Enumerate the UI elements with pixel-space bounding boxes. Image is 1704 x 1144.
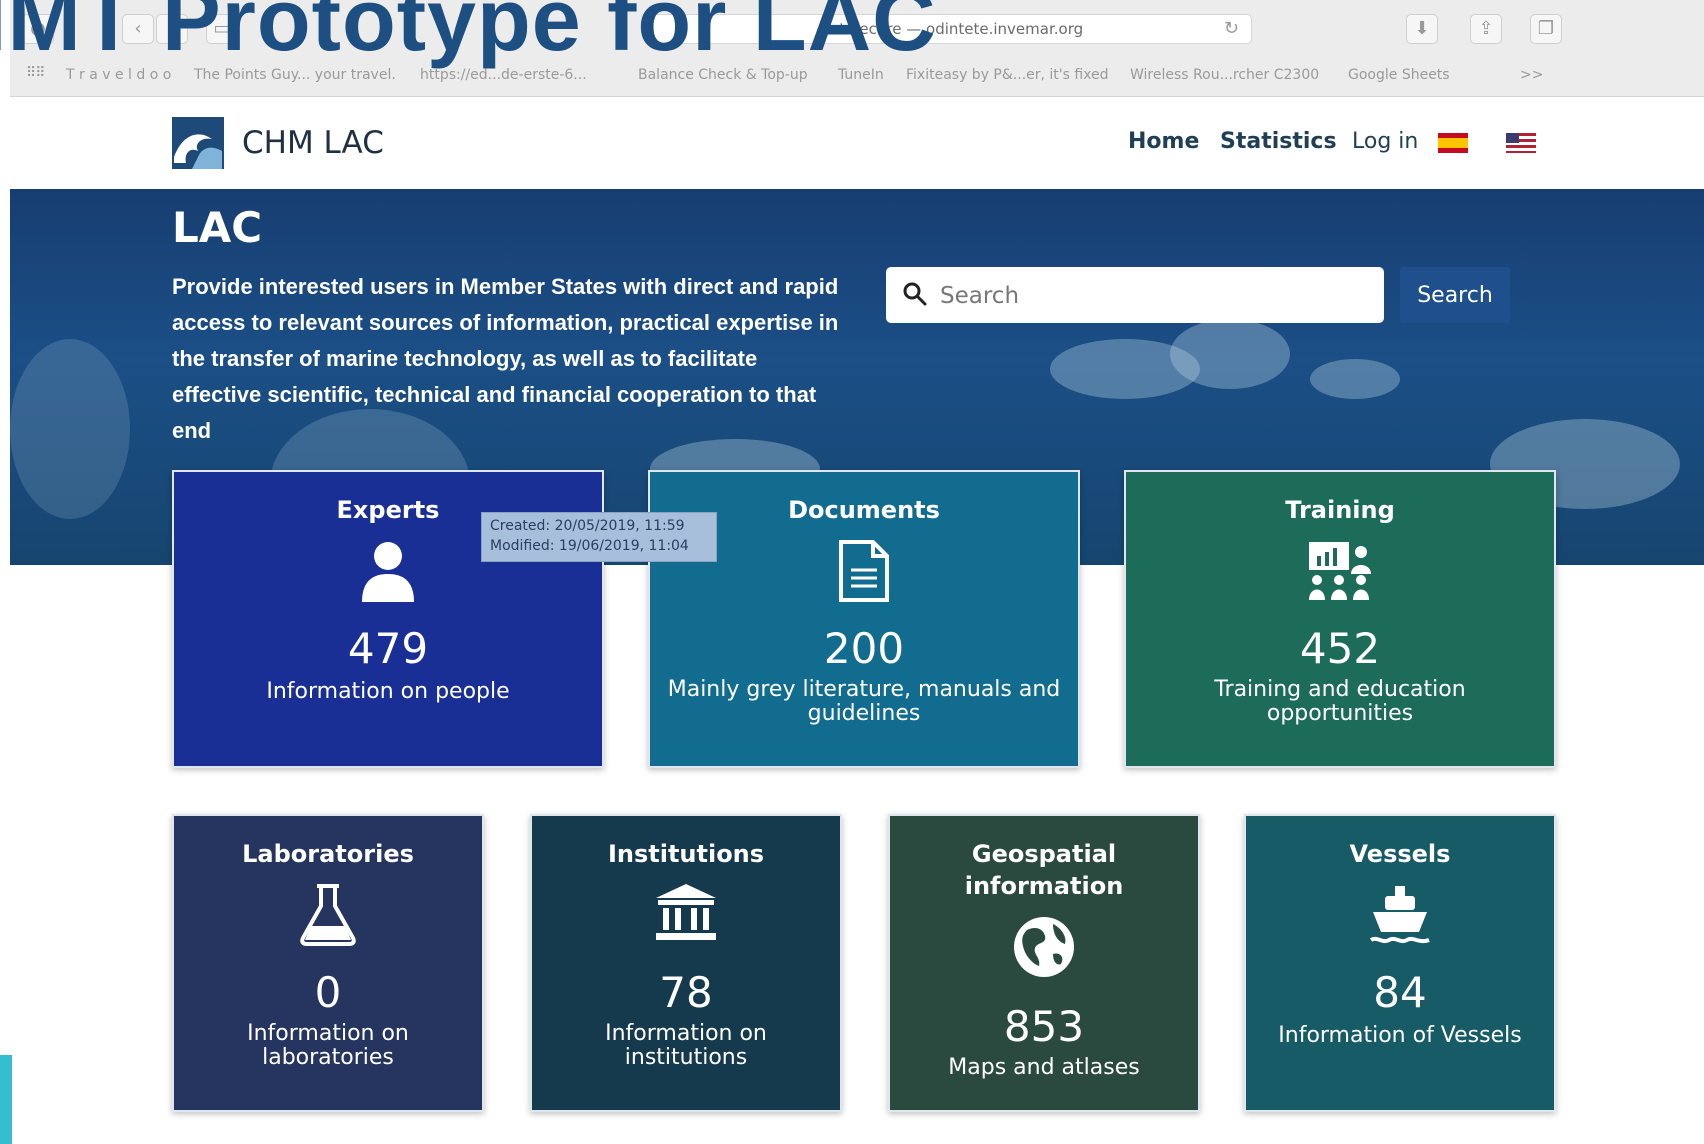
card-title: Training <box>1285 496 1395 524</box>
slide-accent-bar <box>0 1055 12 1144</box>
card-count: 0 <box>314 968 342 1017</box>
tooltip-created: Created: 20/05/2019, 11:59 <box>490 518 685 534</box>
card-geospatial[interactable]: Geospatial information 853 Maps and atla… <box>888 814 1200 1112</box>
site-header: CHM LAC Home Statistics Log in <box>10 97 1704 189</box>
card-count: 452 <box>1299 624 1381 673</box>
card-count: 200 <box>823 624 905 673</box>
card-title: Institutions <box>607 840 765 868</box>
slide-title: IMT Prototype for LAC <box>0 0 937 69</box>
download-icon[interactable]: ⬇ <box>1406 14 1438 44</box>
bookmark-item[interactable]: Wireless Rou...rcher C2300 <box>1130 67 1319 83</box>
wave-logo-icon[interactable] <box>172 117 224 169</box>
card-description: Information of Vessels <box>1278 1023 1522 1048</box>
tooltip-modified: Modified: 19/06/2019, 11:04 <box>490 538 689 554</box>
institution-icon <box>656 884 716 940</box>
search-icon <box>903 282 927 306</box>
card-count: 84 <box>1373 968 1427 1017</box>
tabs-icon[interactable]: ❐ <box>1530 14 1562 44</box>
search-input[interactable] <box>938 275 1372 317</box>
flask-icon <box>300 884 356 946</box>
coral-decoration <box>10 339 130 519</box>
fish-decoration <box>1310 359 1400 399</box>
card-description: Training and education opportunities <box>1214 677 1466 726</box>
card-vessels[interactable]: Vessels 84 Information of Vessels <box>1244 814 1556 1112</box>
spanish-flag-icon[interactable] <box>1438 133 1468 153</box>
globe-icon <box>1014 917 1074 977</box>
nav-home[interactable]: Home <box>1128 129 1199 154</box>
tooltip: Created: 20/05/2019, 11:59 Modified: 19/… <box>481 512 717 562</box>
training-icon <box>1309 542 1371 600</box>
ship-icon <box>1369 886 1430 944</box>
card-training[interactable]: Training 452 Training and education oppo… <box>1124 470 1556 768</box>
card-institutions[interactable]: Institutions 78 Information on instituti… <box>530 814 842 1112</box>
document-icon <box>839 540 889 602</box>
card-count: 479 <box>347 624 429 673</box>
card-description: Information on laboratories <box>247 1021 409 1070</box>
card-title: Geospatial information <box>964 840 1124 900</box>
us-flag-icon[interactable] <box>1506 133 1536 153</box>
search-box <box>886 267 1384 323</box>
card-count: 853 <box>1003 1002 1085 1051</box>
card-laboratories[interactable]: Laboratories 0 Information on laboratori… <box>172 814 484 1112</box>
card-description: Information on institutions <box>605 1021 767 1070</box>
card-count: 78 <box>659 968 713 1017</box>
card-title: Laboratories <box>242 840 414 868</box>
share-icon[interactable]: ⇪ <box>1470 14 1502 44</box>
person-icon <box>362 542 414 602</box>
hero-title: LAC <box>172 203 263 252</box>
site-brand[interactable]: CHM LAC <box>242 125 384 161</box>
card-title: Vessels <box>1349 840 1451 868</box>
search-button[interactable]: Search <box>1400 267 1510 323</box>
card-description: Information on people <box>266 679 510 704</box>
bookmark-item[interactable]: Google Sheets <box>1348 67 1450 83</box>
hero-description: Provide interested users in Member State… <box>172 274 839 443</box>
card-description: Maps and atlases <box>948 1055 1140 1080</box>
nav-statistics[interactable]: Statistics <box>1220 129 1337 154</box>
bookmarks-overflow-button[interactable]: >> <box>1520 67 1543 83</box>
reload-icon[interactable]: ↻ <box>1224 15 1239 43</box>
card-description: Mainly grey literature, manuals and guid… <box>667 677 1061 726</box>
fish-decoration <box>1170 319 1290 389</box>
nav-login[interactable]: Log in <box>1352 129 1418 154</box>
